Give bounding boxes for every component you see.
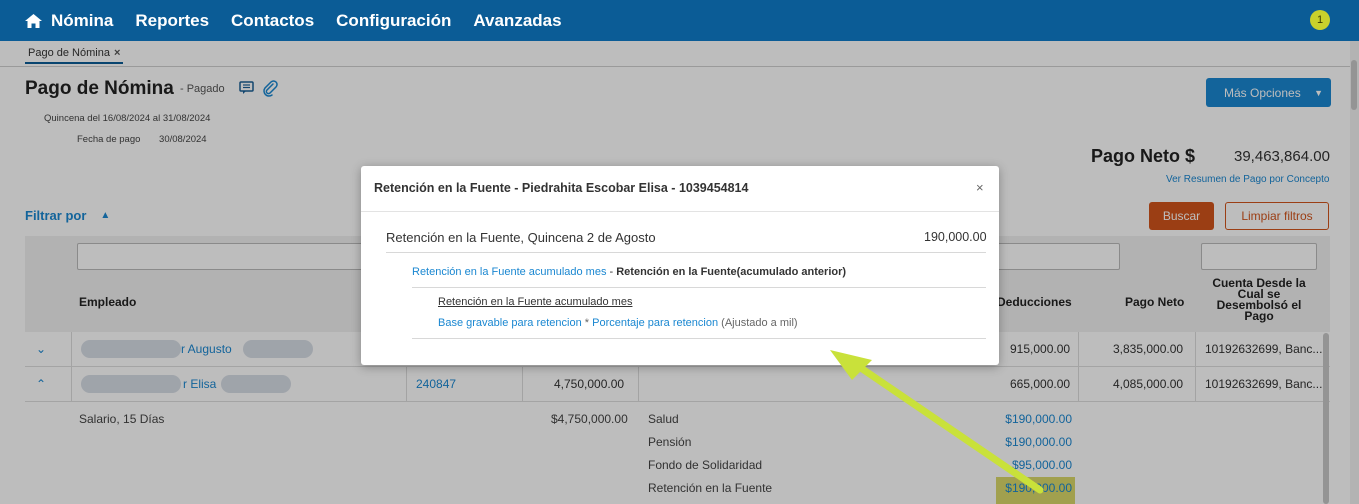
annotation-arrow <box>830 350 1044 494</box>
